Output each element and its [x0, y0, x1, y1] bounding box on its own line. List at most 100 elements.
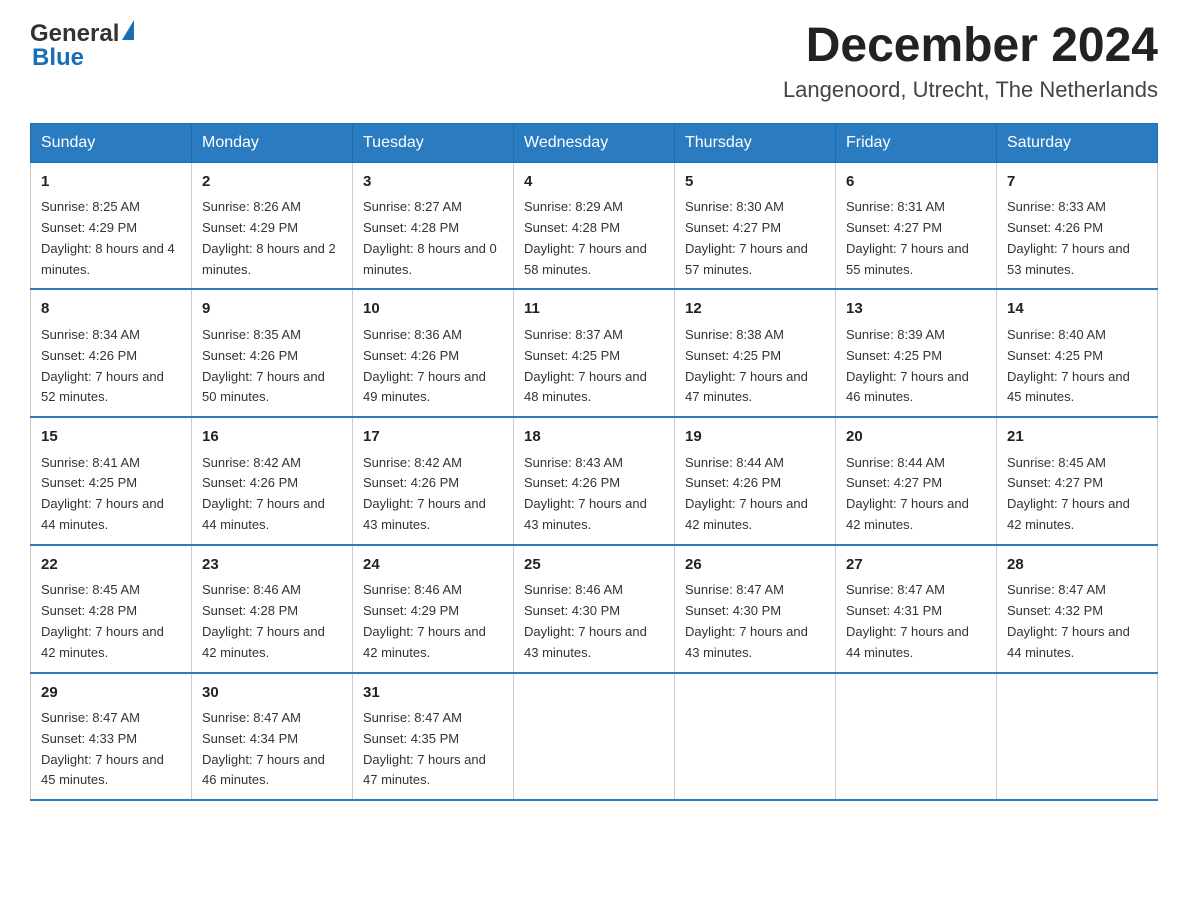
day-number: 22: [41, 554, 181, 577]
day-info: Sunrise: 8:25 AMSunset: 4:29 PMDaylight:…: [41, 199, 175, 276]
day-number: 2: [202, 171, 342, 194]
col-header-wednesday: Wednesday: [514, 123, 675, 162]
day-info: Sunrise: 8:45 AMSunset: 4:27 PMDaylight:…: [1007, 455, 1130, 532]
day-info: Sunrise: 8:40 AMSunset: 4:25 PMDaylight:…: [1007, 327, 1130, 404]
col-header-tuesday: Tuesday: [353, 123, 514, 162]
day-info: Sunrise: 8:31 AMSunset: 4:27 PMDaylight:…: [846, 199, 969, 276]
day-number: 19: [685, 426, 825, 449]
day-number: 25: [524, 554, 664, 577]
day-cell: 19 Sunrise: 8:44 AMSunset: 4:26 PMDaylig…: [675, 417, 836, 545]
day-number: 11: [524, 298, 664, 321]
day-cell: 28 Sunrise: 8:47 AMSunset: 4:32 PMDaylig…: [997, 545, 1158, 673]
day-info: Sunrise: 8:47 AMSunset: 4:33 PMDaylight:…: [41, 710, 164, 787]
day-cell: 15 Sunrise: 8:41 AMSunset: 4:25 PMDaylig…: [31, 417, 192, 545]
week-row-5: 29 Sunrise: 8:47 AMSunset: 4:33 PMDaylig…: [31, 673, 1158, 801]
day-info: Sunrise: 8:41 AMSunset: 4:25 PMDaylight:…: [41, 455, 164, 532]
day-cell: 24 Sunrise: 8:46 AMSunset: 4:29 PMDaylig…: [353, 545, 514, 673]
col-header-sunday: Sunday: [31, 123, 192, 162]
day-cell: 2 Sunrise: 8:26 AMSunset: 4:29 PMDayligh…: [192, 162, 353, 289]
day-cell: 8 Sunrise: 8:34 AMSunset: 4:26 PMDayligh…: [31, 289, 192, 417]
day-info: Sunrise: 8:46 AMSunset: 4:30 PMDaylight:…: [524, 582, 647, 659]
day-cell: 31 Sunrise: 8:47 AMSunset: 4:35 PMDaylig…: [353, 673, 514, 801]
day-cell: [675, 673, 836, 801]
col-header-saturday: Saturday: [997, 123, 1158, 162]
day-cell: 16 Sunrise: 8:42 AMSunset: 4:26 PMDaylig…: [192, 417, 353, 545]
month-title: December 2024: [783, 20, 1158, 73]
day-number: 9: [202, 298, 342, 321]
day-number: 6: [846, 171, 986, 194]
day-info: Sunrise: 8:30 AMSunset: 4:27 PMDaylight:…: [685, 199, 808, 276]
day-info: Sunrise: 8:44 AMSunset: 4:27 PMDaylight:…: [846, 455, 969, 532]
day-info: Sunrise: 8:38 AMSunset: 4:25 PMDaylight:…: [685, 327, 808, 404]
day-cell: 7 Sunrise: 8:33 AMSunset: 4:26 PMDayligh…: [997, 162, 1158, 289]
day-number: 27: [846, 554, 986, 577]
week-row-1: 1 Sunrise: 8:25 AMSunset: 4:29 PMDayligh…: [31, 162, 1158, 289]
day-number: 13: [846, 298, 986, 321]
day-info: Sunrise: 8:46 AMSunset: 4:28 PMDaylight:…: [202, 582, 325, 659]
day-number: 8: [41, 298, 181, 321]
day-number: 21: [1007, 426, 1147, 449]
day-cell: [836, 673, 997, 801]
week-row-4: 22 Sunrise: 8:45 AMSunset: 4:28 PMDaylig…: [31, 545, 1158, 673]
day-info: Sunrise: 8:44 AMSunset: 4:26 PMDaylight:…: [685, 455, 808, 532]
day-number: 24: [363, 554, 503, 577]
calendar-table: SundayMondayTuesdayWednesdayThursdayFrid…: [30, 123, 1158, 801]
day-cell: [514, 673, 675, 801]
day-info: Sunrise: 8:27 AMSunset: 4:28 PMDaylight:…: [363, 199, 497, 276]
day-number: 17: [363, 426, 503, 449]
day-info: Sunrise: 8:43 AMSunset: 4:26 PMDaylight:…: [524, 455, 647, 532]
day-number: 1: [41, 171, 181, 194]
col-header-friday: Friday: [836, 123, 997, 162]
day-cell: 14 Sunrise: 8:40 AMSunset: 4:25 PMDaylig…: [997, 289, 1158, 417]
day-cell: 13 Sunrise: 8:39 AMSunset: 4:25 PMDaylig…: [836, 289, 997, 417]
day-number: 7: [1007, 171, 1147, 194]
day-info: Sunrise: 8:47 AMSunset: 4:30 PMDaylight:…: [685, 582, 808, 659]
day-info: Sunrise: 8:29 AMSunset: 4:28 PMDaylight:…: [524, 199, 647, 276]
day-cell: 21 Sunrise: 8:45 AMSunset: 4:27 PMDaylig…: [997, 417, 1158, 545]
day-number: 28: [1007, 554, 1147, 577]
day-cell: 26 Sunrise: 8:47 AMSunset: 4:30 PMDaylig…: [675, 545, 836, 673]
day-number: 23: [202, 554, 342, 577]
day-cell: 12 Sunrise: 8:38 AMSunset: 4:25 PMDaylig…: [675, 289, 836, 417]
day-info: Sunrise: 8:37 AMSunset: 4:25 PMDaylight:…: [524, 327, 647, 404]
day-cell: 5 Sunrise: 8:30 AMSunset: 4:27 PMDayligh…: [675, 162, 836, 289]
day-info: Sunrise: 8:36 AMSunset: 4:26 PMDaylight:…: [363, 327, 486, 404]
day-number: 20: [846, 426, 986, 449]
calendar-header-row: SundayMondayTuesdayWednesdayThursdayFrid…: [31, 123, 1158, 162]
day-cell: 17 Sunrise: 8:42 AMSunset: 4:26 PMDaylig…: [353, 417, 514, 545]
week-row-3: 15 Sunrise: 8:41 AMSunset: 4:25 PMDaylig…: [31, 417, 1158, 545]
day-cell: [997, 673, 1158, 801]
day-cell: 29 Sunrise: 8:47 AMSunset: 4:33 PMDaylig…: [31, 673, 192, 801]
day-number: 29: [41, 682, 181, 705]
title-area: December 2024 Langenoord, Utrecht, The N…: [783, 20, 1158, 103]
header: General Blue December 2024 Langenoord, U…: [30, 20, 1158, 103]
day-cell: 10 Sunrise: 8:36 AMSunset: 4:26 PMDaylig…: [353, 289, 514, 417]
day-info: Sunrise: 8:39 AMSunset: 4:25 PMDaylight:…: [846, 327, 969, 404]
logo: General Blue: [30, 20, 134, 72]
day-info: Sunrise: 8:47 AMSunset: 4:35 PMDaylight:…: [363, 710, 486, 787]
day-cell: 9 Sunrise: 8:35 AMSunset: 4:26 PMDayligh…: [192, 289, 353, 417]
day-number: 18: [524, 426, 664, 449]
day-number: 26: [685, 554, 825, 577]
day-number: 16: [202, 426, 342, 449]
day-number: 31: [363, 682, 503, 705]
day-number: 3: [363, 171, 503, 194]
day-info: Sunrise: 8:42 AMSunset: 4:26 PMDaylight:…: [363, 455, 486, 532]
day-info: Sunrise: 8:26 AMSunset: 4:29 PMDaylight:…: [202, 199, 336, 276]
day-cell: 22 Sunrise: 8:45 AMSunset: 4:28 PMDaylig…: [31, 545, 192, 673]
col-header-thursday: Thursday: [675, 123, 836, 162]
day-number: 14: [1007, 298, 1147, 321]
day-info: Sunrise: 8:34 AMSunset: 4:26 PMDaylight:…: [41, 327, 164, 404]
day-info: Sunrise: 8:33 AMSunset: 4:26 PMDaylight:…: [1007, 199, 1130, 276]
day-number: 30: [202, 682, 342, 705]
day-cell: 1 Sunrise: 8:25 AMSunset: 4:29 PMDayligh…: [31, 162, 192, 289]
logo-blue-text: Blue: [32, 44, 134, 72]
day-number: 12: [685, 298, 825, 321]
day-cell: 23 Sunrise: 8:46 AMSunset: 4:28 PMDaylig…: [192, 545, 353, 673]
day-cell: 6 Sunrise: 8:31 AMSunset: 4:27 PMDayligh…: [836, 162, 997, 289]
day-info: Sunrise: 8:35 AMSunset: 4:26 PMDaylight:…: [202, 327, 325, 404]
day-number: 15: [41, 426, 181, 449]
day-cell: 30 Sunrise: 8:47 AMSunset: 4:34 PMDaylig…: [192, 673, 353, 801]
day-number: 10: [363, 298, 503, 321]
day-cell: 18 Sunrise: 8:43 AMSunset: 4:26 PMDaylig…: [514, 417, 675, 545]
